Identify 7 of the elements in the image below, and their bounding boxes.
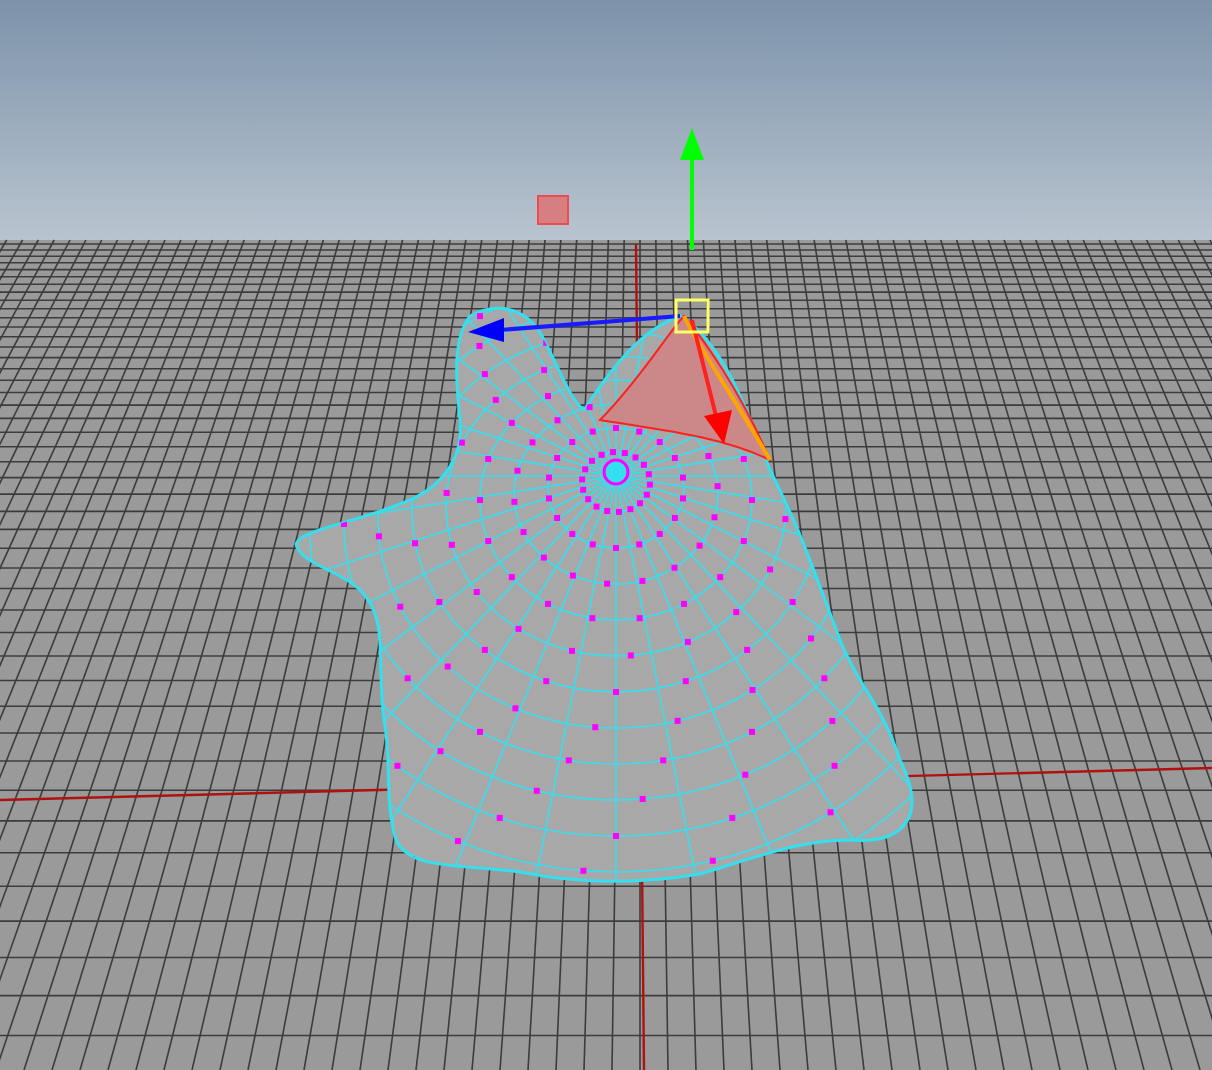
move-manipulator-drawing[interactable] <box>468 128 732 444</box>
x-axis-arrow[interactable] <box>468 314 681 342</box>
y-axis-arrow[interactable] <box>680 128 704 250</box>
selected-mesh-drawing[interactable] <box>294 128 914 883</box>
z-axis-arrow[interactable] <box>690 319 732 444</box>
cube-icon <box>537 195 569 225</box>
center-handle[interactable] <box>674 298 710 334</box>
